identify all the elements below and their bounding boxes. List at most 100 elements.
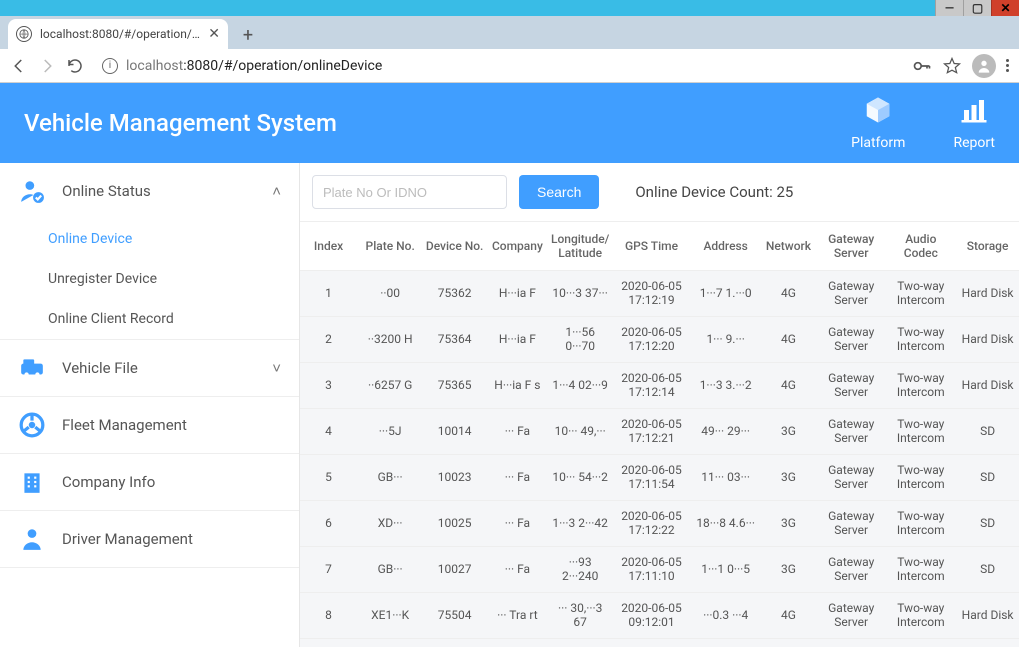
window-close-button[interactable]: ✕: [991, 0, 1019, 16]
cell-gw: Gateway Server: [817, 316, 885, 362]
table-row[interactable]: 7GB···10027··· Fa···93 2···2402020-06-05…: [300, 546, 1019, 592]
url-text: localhost:8080/#/operation/onlineDevice: [126, 58, 382, 74]
cell-index: 3: [300, 362, 357, 408]
cell-company: H···ia F: [486, 316, 549, 362]
platform-link[interactable]: Platform: [851, 95, 905, 151]
col-codec: Audio Codec: [885, 222, 956, 270]
cell-plate: ··00: [357, 270, 423, 316]
device-count-label: Online Device Count: 25: [635, 183, 793, 201]
cell-index: 5: [300, 454, 357, 500]
back-button[interactable]: [10, 57, 28, 75]
cell-index: 8: [300, 592, 357, 638]
menu-icon[interactable]: [1006, 59, 1009, 72]
cell-codec: Two-way Intercom: [885, 592, 956, 638]
cell-devno: 10023: [423, 454, 486, 500]
table-row[interactable]: 5GB···10023··· Fa10··· 54···22020-06-05 …: [300, 454, 1019, 500]
cell-company: ··· Tra rt: [486, 592, 549, 638]
cell-net: 3G: [760, 500, 817, 546]
tab-close-icon[interactable]: ✕: [208, 26, 220, 42]
cell-gps: 2020-06-05 09:12:01: [612, 592, 692, 638]
cell-gps: 2020-06-05 17:12:19: [612, 270, 692, 316]
cell-company: H···ia F: [486, 270, 549, 316]
cell-lonlat: 10···3 37···: [549, 270, 612, 316]
cell-addr: 1···7 1.···0: [691, 270, 759, 316]
person-check-icon: [18, 177, 46, 205]
cell-plate: ··6257 G: [357, 362, 423, 408]
cell-net: 4G: [760, 316, 817, 362]
table-row[interactable]: 4···5J10014··· Fa10··· 49,···2020-06-05 …: [300, 408, 1019, 454]
sidebar-section-label: Vehicle File: [62, 359, 138, 377]
col-devno: Device No.: [423, 222, 486, 270]
window-titlebar: — ▢ ✕: [0, 0, 1019, 16]
cell-company: ··· Fa: [486, 408, 549, 454]
cell-lonlat: 10··· 54···2: [549, 454, 612, 500]
filter-row: Search Online Device Count: 25: [300, 163, 1019, 221]
col-gateway: Gateway Server: [817, 222, 885, 270]
cell-codec: Two-way Intercom: [885, 500, 956, 546]
cell-codec: Two-way Intercom: [885, 362, 956, 408]
saved-password-icon[interactable]: [912, 56, 932, 76]
cell-company: ··· Fa: [486, 454, 549, 500]
cell-devno: 75362: [423, 270, 486, 316]
chevron-up-icon: ˄: [272, 182, 281, 200]
bookmark-icon[interactable]: [942, 56, 962, 76]
sidebar-section-label: Company Info: [62, 473, 155, 491]
cell-addr: 11··· 03···: [691, 454, 759, 500]
col-index: Index: [300, 222, 357, 270]
cell-index: 1: [300, 270, 357, 316]
window-minimize-button[interactable]: —: [935, 0, 963, 16]
address-bar[interactable]: i localhost:8080/#/operation/onlineDevic…: [94, 58, 902, 74]
sidebar-section-label: Driver Management: [62, 530, 193, 548]
cell-storage: Hard Disk: [956, 362, 1019, 408]
cell-gw: Gateway Server: [817, 454, 885, 500]
cell-gps: 2020-06-05 17:12:21: [612, 408, 692, 454]
col-lonlat: Longitude/Latitude: [549, 222, 612, 270]
new-tab-button[interactable]: +: [234, 21, 262, 49]
col-plate: Plate No.: [357, 222, 423, 270]
table-row[interactable]: 1··0075362H···ia F10···3 37···2020-06-05…: [300, 270, 1019, 316]
col-gpstime: GPS Time: [612, 222, 692, 270]
building-icon: [18, 468, 46, 496]
browser-tab[interactable]: localhost:8080/#/operation/onlin ✕: [8, 19, 228, 49]
cell-lonlat: 1···4 02···9: [549, 362, 612, 408]
cell-codec: Two-way Intercom: [885, 316, 956, 362]
reload-button[interactable]: [66, 57, 84, 75]
site-info-icon[interactable]: i: [102, 58, 118, 74]
table-row[interactable]: 3··6257 G75365H···ia F s1···4 02···92020…: [300, 362, 1019, 408]
cell-lonlat: 10··· 49,···: [549, 408, 612, 454]
table-row[interactable]: 2··3200 H75364H···ia F1···56 0···702020-…: [300, 316, 1019, 362]
cell-plate: ··3200 H: [357, 316, 423, 362]
sidebar-section-driver-management[interactable]: Driver Management: [0, 511, 299, 567]
cell-addr: ···0.3 ···4: [691, 592, 759, 638]
browser-toolbar: i localhost:8080/#/operation/onlineDevic…: [0, 49, 1019, 83]
cell-gw: Gateway Server: [817, 362, 885, 408]
search-input[interactable]: [312, 175, 507, 209]
sidebar-item-unregister-device[interactable]: Unregister Device: [0, 259, 299, 299]
cell-devno: 10025: [423, 500, 486, 546]
cell-index: 6: [300, 500, 357, 546]
window-maximize-button[interactable]: ▢: [963, 0, 991, 16]
sidebar-section-vehicle-file[interactable]: Vehicle File ˅: [0, 340, 299, 396]
report-link[interactable]: Report: [953, 95, 995, 151]
table-row[interactable]: 6XD···10025··· Fa1···3 2···422020-06-05 …: [300, 500, 1019, 546]
sidebar-item-online-device[interactable]: Online Device: [0, 219, 299, 259]
col-company: Company: [486, 222, 549, 270]
sidebar-section-company-info[interactable]: Company Info: [0, 454, 299, 510]
cell-lonlat: ···93 2···240: [549, 546, 612, 592]
cell-net: 3G: [760, 408, 817, 454]
table-row[interactable]: 8XE1···K75504··· Tra rt··· 30,···3 67202…: [300, 592, 1019, 638]
cell-devno: 75365: [423, 362, 486, 408]
cell-storage: SD: [956, 546, 1019, 592]
search-button[interactable]: Search: [519, 175, 599, 209]
cell-codec: Two-way Intercom: [885, 408, 956, 454]
sidebar-section-online-status[interactable]: Online Status ˄: [0, 163, 299, 219]
sidebar-section-fleet-management[interactable]: Fleet Management: [0, 397, 299, 453]
cell-lonlat: 1···56 0···70: [549, 316, 612, 362]
profile-avatar[interactable]: [972, 54, 996, 78]
forward-button[interactable]: [38, 57, 56, 75]
cell-storage: Hard Disk: [956, 592, 1019, 638]
cell-codec: Two-way Intercom: [885, 546, 956, 592]
sidebar-item-online-client-record[interactable]: Online Client Record: [0, 299, 299, 339]
cell-net: 4G: [760, 362, 817, 408]
device-table[interactable]: Index Plate No. Device No. Company Longi…: [300, 221, 1019, 647]
